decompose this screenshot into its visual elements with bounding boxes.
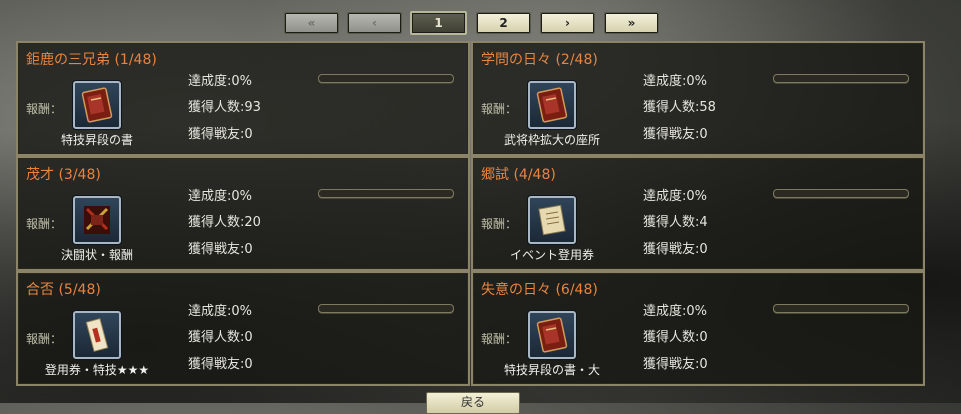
friends-stat: 獲得戦友:0: [643, 242, 708, 257]
reward-label: 報酬：: [481, 332, 518, 346]
page-1-button[interactable]: 1: [410, 11, 467, 35]
acquired-stat: 獲得人数:20: [188, 215, 261, 230]
red-book-icon: [536, 87, 568, 123]
page-number: 2: [499, 16, 508, 30]
reward-item-icon[interactable]: [528, 311, 576, 359]
back-button[interactable]: 戻る: [426, 392, 520, 414]
reward-item-name: イベント登用券: [509, 248, 594, 262]
mission-title: 合否 (5/48): [26, 282, 101, 298]
chevron-right-icon: ›: [565, 16, 570, 30]
mission-panel-5: 合否 (5/48) 報酬： 登用券・特技★★★ 達成度:0% 獲得人数:0 獲得…: [16, 271, 470, 386]
reward-item-icon[interactable]: [73, 196, 121, 244]
reward-label: 報酬：: [26, 102, 63, 116]
mission-panel-2: 学問の日々 (2/48) 報酬： 武将枠拡大の座所 達成度:0% 獲得人数:58…: [471, 41, 925, 156]
friends-stat: 獲得戦友:0: [643, 357, 708, 372]
reward-label: 報酬：: [481, 102, 518, 116]
double-chevron-right-icon: »: [627, 16, 636, 30]
reward-label: 報酬：: [26, 217, 63, 231]
mission-panel-6: 失意の日々 (6/48) 報酬： 特技昇段の書・大 達成度:0% 獲得人数:0 …: [471, 271, 925, 386]
completion-stat: 達成度:0%: [188, 74, 253, 89]
completion-progress-bar: [773, 304, 909, 313]
reward-item-icon[interactable]: [528, 81, 576, 129]
prev-page-button[interactable]: ‹: [347, 12, 402, 34]
completion-progress-bar: [773, 74, 909, 83]
red-book-icon: [536, 317, 568, 353]
double-chevron-left-icon: «: [307, 16, 316, 30]
completion-progress-bar: [318, 74, 454, 83]
friends-stat: 獲得戦友:0: [188, 357, 253, 372]
mission-panel-1: 鉅鹿の三兄弟 (1/48) 報酬： 特技昇段の書 達成度:0% 獲得人数:93 …: [16, 41, 470, 156]
completion-stat: 達成度:0%: [188, 189, 253, 204]
duel-letter-icon: [84, 206, 110, 234]
scroll-icon: [538, 204, 566, 236]
reward-item-name: 武将枠拡大の座所: [503, 133, 600, 147]
mission-title: 学問の日々 (2/48): [481, 52, 598, 68]
ticket-icon: [85, 318, 109, 352]
reward-item-name: 特技昇段の書: [60, 133, 133, 147]
page-2-button[interactable]: 2: [476, 12, 531, 34]
chevron-left-icon: ‹: [372, 16, 377, 30]
mission-panel-3: 茂才 (3/48) 報酬： 決闘状・報酬 達成度:0% 獲得人数:20 獲得戦友…: [16, 156, 470, 271]
red-book-icon: [81, 87, 113, 123]
reward-item-icon[interactable]: [73, 311, 121, 359]
next-page-button[interactable]: ›: [540, 12, 595, 34]
mission-title: 郷試 (4/48): [481, 167, 556, 183]
acquired-stat: 獲得人数:58: [643, 100, 716, 115]
completion-stat: 達成度:0%: [643, 74, 708, 89]
acquired-stat: 獲得人数:93: [188, 100, 261, 115]
completion-progress-bar: [318, 304, 454, 313]
reward-label: 報酬：: [26, 332, 63, 346]
completion-stat: 達成度:0%: [188, 304, 253, 319]
friends-stat: 獲得戦友:0: [188, 127, 253, 142]
reward-item-icon[interactable]: [528, 196, 576, 244]
completion-progress-bar: [773, 189, 909, 198]
mission-title: 茂才 (3/48): [26, 167, 101, 183]
reward-item-icon[interactable]: [73, 81, 121, 129]
mission-panel-4: 郷試 (4/48) 報酬： イベント登用券 達成度:0% 獲得人数:4 獲得戦友…: [471, 156, 925, 271]
reward-item-name: 特技昇段の書・大: [503, 363, 600, 377]
last-page-button[interactable]: »: [604, 12, 659, 34]
page-number: 1: [434, 16, 443, 30]
acquired-stat: 獲得人数:0: [188, 330, 253, 345]
mission-title: 鉅鹿の三兄弟 (1/48): [26, 52, 157, 68]
completion-progress-bar: [318, 189, 454, 198]
reward-item-name: 登用券・特技★★★: [44, 363, 150, 377]
first-page-button[interactable]: «: [284, 12, 339, 34]
reward-label: 報酬：: [481, 217, 518, 231]
completion-stat: 達成度:0%: [643, 304, 708, 319]
acquired-stat: 獲得人数:0: [643, 330, 708, 345]
acquired-stat: 獲得人数:4: [643, 215, 708, 230]
friends-stat: 獲得戦友:0: [643, 127, 708, 142]
mission-title: 失意の日々 (6/48): [481, 282, 598, 298]
friends-stat: 獲得戦友:0: [188, 242, 253, 257]
completion-stat: 達成度:0%: [643, 189, 708, 204]
reward-item-name: 決闘状・報酬: [60, 248, 133, 262]
